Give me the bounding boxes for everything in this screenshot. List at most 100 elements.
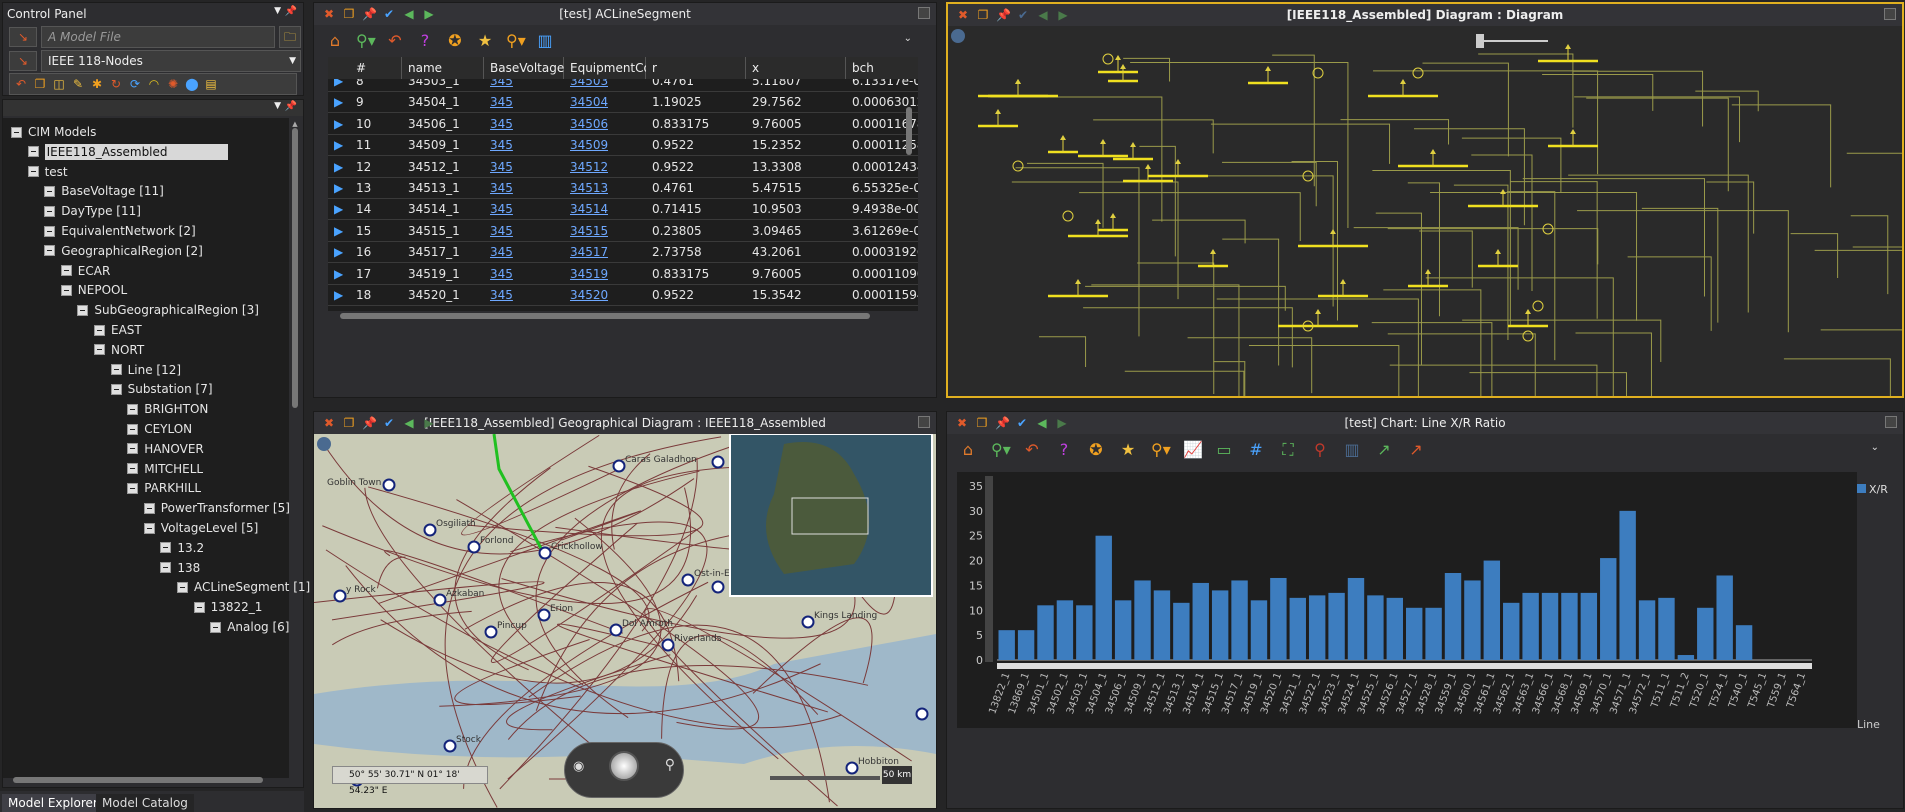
undo-icon[interactable]: ↶	[386, 32, 404, 50]
tree-item[interactable]: 13.2	[160, 538, 204, 558]
undo-icon[interactable]: ↶	[1023, 441, 1041, 459]
table-row[interactable]: ▶ 18 34520_1 345 34520 0.9522 15.3542 0.0001159…	[328, 285, 918, 306]
forward-icon[interactable]: ▶	[1055, 416, 1069, 430]
line-chart-icon[interactable]: 📈	[1183, 441, 1203, 459]
tree-item[interactable]: EquivalentNetwork [2]	[44, 221, 196, 241]
tree-item[interactable]: CEYLON	[127, 419, 192, 439]
tab-model-explorer[interactable]: Model Explorer	[2, 794, 104, 812]
collapse-icon[interactable]	[160, 562, 172, 574]
collapse-icon[interactable]	[193, 601, 205, 613]
dropdown-icon[interactable]: ▼	[274, 101, 281, 111]
scroll-thumb[interactable]	[906, 107, 912, 155]
trend-icon[interactable]: ↗	[1407, 441, 1425, 459]
collapse-icon[interactable]	[44, 245, 56, 257]
tree-item[interactable]: HANOVER	[127, 439, 204, 459]
table-row[interactable]: ▶ 16 34517_1 345 34517 2.73758 43.2061 0.000319…	[328, 242, 918, 264]
collapse-icon[interactable]	[143, 502, 155, 514]
tree-item[interactable]: PARKHILL	[127, 478, 201, 498]
column-header[interactable]: name	[402, 57, 484, 79]
table-cell[interactable]: 345	[490, 242, 513, 263]
table-row[interactable]: ▶ 10 34506_1 345 34506 0.833175 9.76005 0.00011…	[328, 113, 918, 135]
column-header[interactable]: EquipmentContai	[564, 57, 674, 79]
forward-icon[interactable]: ▶	[1056, 8, 1070, 22]
check-icon[interactable]: ✔	[1016, 8, 1030, 22]
table-row[interactable]: ▶ 13 34513_1 345 34513 0.4761 5.47515 6.55325e-…	[328, 178, 918, 199]
model-file-input[interactable]: A Model File	[41, 26, 275, 48]
tree-item[interactable]: Line [12]	[110, 360, 181, 380]
tree-item[interactable]: DayType [11]	[44, 201, 141, 221]
grid-vertical-scrollbar[interactable]	[906, 81, 914, 301]
collapse-icon[interactable]	[177, 581, 188, 593]
tree-item[interactable]: EAST	[94, 320, 142, 340]
pin-icon[interactable]: 📌	[285, 101, 297, 112]
zoom-search-icon[interactable]: ⚲▾	[991, 441, 1011, 459]
bar-chart[interactable]: 0510152025303513822_113869_134501_134502…	[947, 468, 1903, 808]
dropdown-icon[interactable]: ▼	[274, 6, 281, 16]
tree-item[interactable]: BaseVoltage [11]	[44, 181, 164, 201]
folder-open-icon[interactable]: 🗀	[279, 26, 301, 48]
float-icon[interactable]: ❐	[976, 8, 990, 22]
check-icon[interactable]: ✔	[382, 7, 396, 21]
single-line-diagram[interactable]	[948, 26, 1902, 396]
forward-icon[interactable]: ▶	[422, 7, 436, 21]
close-icon[interactable]: ✖	[322, 416, 336, 430]
scroll-thumb[interactable]	[292, 128, 298, 408]
collapse-icon[interactable]	[127, 463, 139, 475]
table-cell[interactable]: 345	[490, 285, 513, 306]
tree-item[interactable]: test	[27, 162, 68, 182]
table-cell[interactable]: 34515	[570, 221, 608, 242]
collapse-icon[interactable]	[94, 324, 105, 336]
collapse-icon[interactable]	[127, 403, 139, 415]
maximize-icon[interactable]	[1884, 8, 1896, 20]
marker-icon[interactable]: ⚲	[1311, 441, 1329, 459]
model-select-icon[interactable]: ↘	[9, 51, 37, 71]
collapse-icon[interactable]	[110, 383, 122, 395]
tree-item[interactable]: GeographicalRegion [2]	[44, 241, 203, 261]
help-icon[interactable]: ?	[416, 32, 434, 50]
collapse-icon[interactable]	[143, 522, 155, 534]
home-icon[interactable]: ⌂	[326, 32, 344, 50]
scroll-up-arrow[interactable]: ▲	[291, 120, 299, 128]
column-header[interactable]: x	[746, 57, 846, 79]
tree-vertical-scrollbar[interactable]: ▲	[291, 120, 299, 770]
back-icon[interactable]: ◀	[402, 416, 416, 430]
float-icon[interactable]: ❐	[342, 416, 356, 430]
table-row[interactable]: ▶ 17 34519_1 345 34519 0.833175 9.76005 0.00011…	[328, 263, 918, 285]
maximize-icon[interactable]	[1885, 416, 1897, 428]
close-icon[interactable]: ✖	[955, 416, 969, 430]
pin-icon[interactable]: 📌	[362, 416, 377, 430]
map-navigation-control[interactable]: ◉ ⚲	[564, 742, 684, 798]
table-cell[interactable]: 345	[490, 264, 513, 285]
float-icon[interactable]: ❐	[975, 416, 989, 430]
collapse-icon[interactable]	[11, 126, 22, 138]
maximize-icon[interactable]	[918, 416, 930, 428]
magnifier-icon[interactable]: ⚲	[665, 757, 675, 773]
maximize-icon[interactable]	[918, 7, 930, 19]
bar-chart-icon[interactable]: ▥	[1343, 441, 1361, 459]
row-expand-icon[interactable]: ▶	[334, 285, 343, 311]
tree-item[interactable]: MITCHELL	[127, 459, 203, 479]
tree-item[interactable]: VoltageLevel [5]	[143, 518, 258, 538]
collapse-icon[interactable]	[44, 225, 56, 237]
zoom-search-icon[interactable]: ⚲▾	[356, 32, 376, 50]
brush-icon[interactable]: ✎	[71, 77, 85, 91]
table-cell[interactable]: 345	[490, 199, 513, 220]
forward-icon[interactable]: ▶	[422, 416, 436, 430]
table-cell[interactable]: 34519	[570, 264, 608, 285]
back-icon[interactable]: ◀	[1036, 8, 1050, 22]
table-cell[interactable]: 34520	[570, 285, 608, 306]
table-cell[interactable]: 34513	[570, 178, 608, 199]
back-icon[interactable]: ◀	[402, 7, 416, 21]
collapse-icon[interactable]	[27, 146, 39, 158]
tree-horizontal-scrollbar[interactable]	[13, 777, 263, 783]
pin-icon[interactable]: 📌	[996, 8, 1011, 22]
collapse-icon[interactable]	[127, 423, 139, 435]
table-row[interactable]: ▶ 15 34515_1 345 34515 0.23805 3.09465 3.61269e…	[328, 220, 918, 242]
fit-icon[interactable]: ⛶	[1279, 441, 1297, 459]
check-icon[interactable]: ✔	[1015, 416, 1029, 430]
search-icon[interactable]: ⚲▾	[1151, 441, 1171, 459]
settings-icon[interactable]: ✺	[166, 77, 180, 91]
badge-star-icon[interactable]: ✪	[446, 32, 464, 50]
undo-icon[interactable]: ↶	[14, 77, 28, 91]
refresh-icon[interactable]: ↻	[109, 77, 123, 91]
